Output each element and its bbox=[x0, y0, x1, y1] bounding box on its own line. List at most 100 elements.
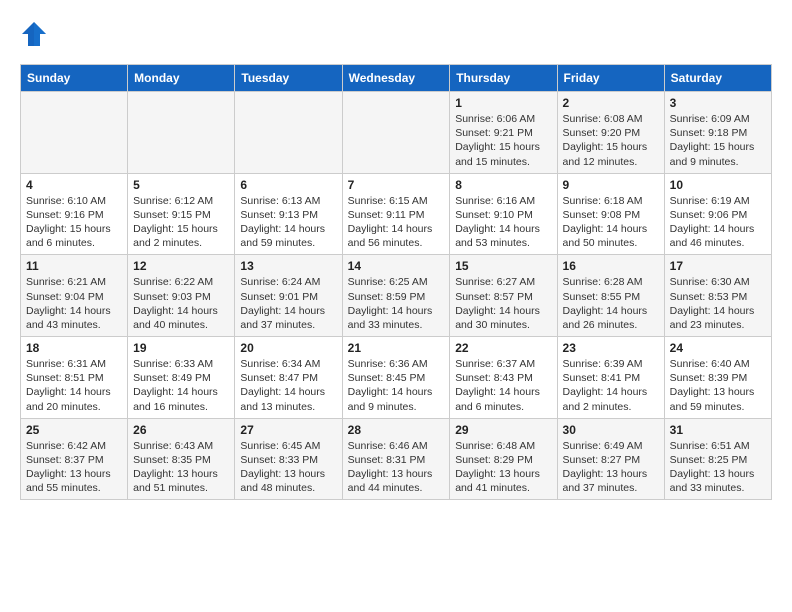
day-info: Sunrise: 6:13 AM Sunset: 9:13 PM Dayligh… bbox=[240, 194, 336, 251]
day-number: 24 bbox=[670, 341, 766, 355]
day-number: 23 bbox=[563, 341, 659, 355]
day-info: Sunrise: 6:18 AM Sunset: 9:08 PM Dayligh… bbox=[563, 194, 659, 251]
calendar-cell: 18Sunrise: 6:31 AM Sunset: 8:51 PM Dayli… bbox=[21, 337, 128, 419]
day-number: 20 bbox=[240, 341, 336, 355]
calendar-week-0: 1 Sunrise: 6:06 AM Sunset: 9:21 PM Daylig… bbox=[21, 92, 772, 174]
calendar-cell: 30 Sunrise: 6:49 AM Sunset: 8:27 PM Dayli… bbox=[557, 418, 664, 500]
day-info: Sunrise: 6:21 AM Sunset: 9:04 PM Dayligh… bbox=[26, 275, 122, 332]
day-number: 18 bbox=[26, 341, 122, 355]
day-info: Sunrise: 6:22 AM Sunset: 9:03 PM Dayligh… bbox=[133, 275, 229, 332]
calendar-cell: 2 Sunrise: 6:08 AM Sunset: 9:20 PM Daylig… bbox=[557, 92, 664, 174]
calendar-cell bbox=[235, 92, 342, 174]
day-info: Sunrise: 6:16 AM Sunset: 9:10 PM Dayligh… bbox=[455, 194, 551, 251]
calendar-cell: 27 Sunrise: 6:45 AM Sunset: 8:33 PM Dayli… bbox=[235, 418, 342, 500]
page-header bbox=[20, 20, 772, 48]
calendar-cell: 13 Sunrise: 6:24 AM Sunset: 9:01 PM Dayli… bbox=[235, 255, 342, 337]
day-info: Sunrise: 6:40 AM Sunset: 8:39 PM Dayligh… bbox=[670, 357, 766, 414]
day-number: 28 bbox=[348, 423, 445, 437]
calendar-cell: 3 Sunrise: 6:09 AM Sunset: 9:18 PM Daylig… bbox=[664, 92, 771, 174]
calendar-cell: 8Sunrise: 6:16 AM Sunset: 9:10 PM Daylig… bbox=[450, 173, 557, 255]
day-number: 25 bbox=[26, 423, 122, 437]
day-number: 15 bbox=[455, 259, 551, 273]
day-info: Sunrise: 6:33 AM Sunset: 8:49 PM Dayligh… bbox=[133, 357, 229, 414]
day-number: 19 bbox=[133, 341, 229, 355]
calendar-cell: 24 Sunrise: 6:40 AM Sunset: 8:39 PM Dayli… bbox=[664, 337, 771, 419]
calendar-cell: 17Sunrise: 6:30 AM Sunset: 8:53 PM Dayli… bbox=[664, 255, 771, 337]
col-header-friday: Friday bbox=[557, 65, 664, 92]
calendar-cell: 5 Sunrise: 6:12 AM Sunset: 9:15 PM Daylig… bbox=[128, 173, 235, 255]
day-info: Sunrise: 6:10 AM Sunset: 9:16 PM Dayligh… bbox=[26, 194, 122, 251]
day-info: Sunrise: 6:43 AM Sunset: 8:35 PM Dayligh… bbox=[133, 439, 229, 496]
day-number: 10 bbox=[670, 178, 766, 192]
day-number: 31 bbox=[670, 423, 766, 437]
calendar-cell: 11 Sunrise: 6:21 AM Sunset: 9:04 PM Dayli… bbox=[21, 255, 128, 337]
calendar-cell: 31 Sunrise: 6:51 AM Sunset: 8:25 PM Dayli… bbox=[664, 418, 771, 500]
logo-icon bbox=[20, 20, 48, 48]
day-info: Sunrise: 6:27 AM Sunset: 8:57 PM Dayligh… bbox=[455, 275, 551, 332]
day-info: Sunrise: 6:51 AM Sunset: 8:25 PM Dayligh… bbox=[670, 439, 766, 496]
calendar-cell: 26 Sunrise: 6:43 AM Sunset: 8:35 PM Dayli… bbox=[128, 418, 235, 500]
calendar-cell: 23 Sunrise: 6:39 AM Sunset: 8:41 PM Dayli… bbox=[557, 337, 664, 419]
calendar-cell: 22Sunrise: 6:37 AM Sunset: 8:43 PM Dayli… bbox=[450, 337, 557, 419]
calendar-cell: 15 Sunrise: 6:27 AM Sunset: 8:57 PM Dayli… bbox=[450, 255, 557, 337]
day-info: Sunrise: 6:06 AM Sunset: 9:21 PM Dayligh… bbox=[455, 112, 551, 169]
col-header-thursday: Thursday bbox=[450, 65, 557, 92]
calendar-header-row: SundayMondayTuesdayWednesdayThursdayFrid… bbox=[21, 65, 772, 92]
calendar-cell: 28 Sunrise: 6:46 AM Sunset: 8:31 PM Dayli… bbox=[342, 418, 450, 500]
day-info: Sunrise: 6:25 AM Sunset: 8:59 PM Dayligh… bbox=[348, 275, 445, 332]
day-number: 13 bbox=[240, 259, 336, 273]
day-info: Sunrise: 6:30 AM Sunset: 8:53 PM Dayligh… bbox=[670, 275, 766, 332]
day-number: 22 bbox=[455, 341, 551, 355]
calendar-cell: 9Sunrise: 6:18 AM Sunset: 9:08 PM Daylig… bbox=[557, 173, 664, 255]
col-header-sunday: Sunday bbox=[21, 65, 128, 92]
calendar-week-3: 18Sunrise: 6:31 AM Sunset: 8:51 PM Dayli… bbox=[21, 337, 772, 419]
day-info: Sunrise: 6:45 AM Sunset: 8:33 PM Dayligh… bbox=[240, 439, 336, 496]
col-header-wednesday: Wednesday bbox=[342, 65, 450, 92]
calendar-cell: 6 Sunrise: 6:13 AM Sunset: 9:13 PM Daylig… bbox=[235, 173, 342, 255]
day-number: 14 bbox=[348, 259, 445, 273]
day-number: 27 bbox=[240, 423, 336, 437]
day-info: Sunrise: 6:42 AM Sunset: 8:37 PM Dayligh… bbox=[26, 439, 122, 496]
day-number: 3 bbox=[670, 96, 766, 110]
calendar-table: SundayMondayTuesdayWednesdayThursdayFrid… bbox=[20, 64, 772, 500]
calendar-cell: 20 Sunrise: 6:34 AM Sunset: 8:47 PM Dayli… bbox=[235, 337, 342, 419]
day-number: 1 bbox=[455, 96, 551, 110]
calendar-cell: 14 Sunrise: 6:25 AM Sunset: 8:59 PM Dayli… bbox=[342, 255, 450, 337]
day-info: Sunrise: 6:09 AM Sunset: 9:18 PM Dayligh… bbox=[670, 112, 766, 169]
day-number: 12 bbox=[133, 259, 229, 273]
calendar-cell: 29Sunrise: 6:48 AM Sunset: 8:29 PM Dayli… bbox=[450, 418, 557, 500]
calendar-cell: 7 Sunrise: 6:15 AM Sunset: 9:11 PM Daylig… bbox=[342, 173, 450, 255]
day-number: 30 bbox=[563, 423, 659, 437]
calendar-cell: 12 Sunrise: 6:22 AM Sunset: 9:03 PM Dayli… bbox=[128, 255, 235, 337]
day-info: Sunrise: 6:24 AM Sunset: 9:01 PM Dayligh… bbox=[240, 275, 336, 332]
day-number: 11 bbox=[26, 259, 122, 273]
day-number: 5 bbox=[133, 178, 229, 192]
calendar-cell bbox=[21, 92, 128, 174]
logo bbox=[20, 20, 52, 48]
calendar-week-1: 4 Sunrise: 6:10 AM Sunset: 9:16 PM Daylig… bbox=[21, 173, 772, 255]
day-info: Sunrise: 6:49 AM Sunset: 8:27 PM Dayligh… bbox=[563, 439, 659, 496]
col-header-saturday: Saturday bbox=[664, 65, 771, 92]
day-info: Sunrise: 6:46 AM Sunset: 8:31 PM Dayligh… bbox=[348, 439, 445, 496]
day-info: Sunrise: 6:15 AM Sunset: 9:11 PM Dayligh… bbox=[348, 194, 445, 251]
calendar-cell: 25 Sunrise: 6:42 AM Sunset: 8:37 PM Dayli… bbox=[21, 418, 128, 500]
day-info: Sunrise: 6:12 AM Sunset: 9:15 PM Dayligh… bbox=[133, 194, 229, 251]
day-number: 7 bbox=[348, 178, 445, 192]
day-info: Sunrise: 6:08 AM Sunset: 9:20 PM Dayligh… bbox=[563, 112, 659, 169]
calendar-cell bbox=[128, 92, 235, 174]
col-header-monday: Monday bbox=[128, 65, 235, 92]
calendar-cell: 10 Sunrise: 6:19 AM Sunset: 9:06 PM Dayli… bbox=[664, 173, 771, 255]
day-info: Sunrise: 6:39 AM Sunset: 8:41 PM Dayligh… bbox=[563, 357, 659, 414]
day-number: 26 bbox=[133, 423, 229, 437]
calendar-cell: 19 Sunrise: 6:33 AM Sunset: 8:49 PM Dayli… bbox=[128, 337, 235, 419]
day-number: 4 bbox=[26, 178, 122, 192]
day-number: 6 bbox=[240, 178, 336, 192]
day-info: Sunrise: 6:34 AM Sunset: 8:47 PM Dayligh… bbox=[240, 357, 336, 414]
calendar-cell: 4 Sunrise: 6:10 AM Sunset: 9:16 PM Daylig… bbox=[21, 173, 128, 255]
day-number: 29 bbox=[455, 423, 551, 437]
day-number: 2 bbox=[563, 96, 659, 110]
calendar-week-4: 25 Sunrise: 6:42 AM Sunset: 8:37 PM Dayli… bbox=[21, 418, 772, 500]
day-info: Sunrise: 6:19 AM Sunset: 9:06 PM Dayligh… bbox=[670, 194, 766, 251]
day-info: Sunrise: 6:36 AM Sunset: 8:45 PM Dayligh… bbox=[348, 357, 445, 414]
calendar-week-2: 11 Sunrise: 6:21 AM Sunset: 9:04 PM Dayli… bbox=[21, 255, 772, 337]
